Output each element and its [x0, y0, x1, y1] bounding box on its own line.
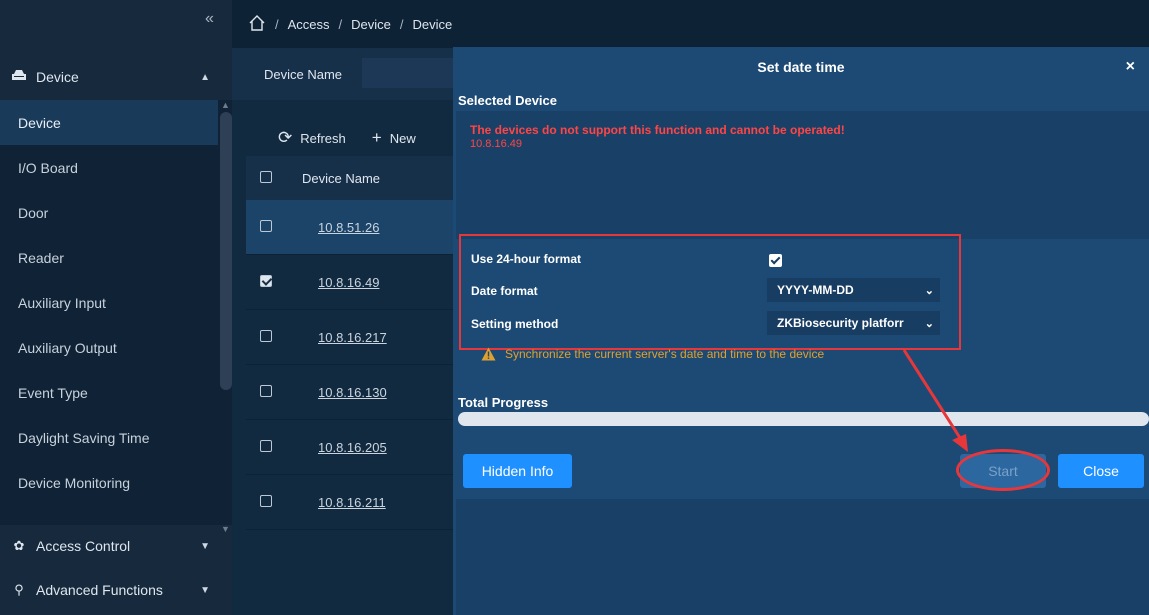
- sidebar-item-daylight-saving-time[interactable]: Daylight Saving Time: [0, 415, 232, 460]
- date-format-value: YYYY-MM-DD: [777, 283, 854, 297]
- device-link[interactable]: 10.8.51.26: [318, 220, 379, 235]
- sidebar-item-label: Reader: [18, 249, 64, 266]
- sidebar-item-label: Event Type: [18, 384, 88, 401]
- warning-icon: [481, 347, 496, 361]
- row-checkbox[interactable]: [260, 274, 272, 287]
- device-name-filter-label: Device Name: [264, 66, 343, 82]
- row-checkbox[interactable]: [260, 439, 272, 452]
- use-24h-label: Use 24-hour format: [471, 252, 582, 266]
- setting-method-label: Setting method: [471, 317, 559, 331]
- breadcrumb-separator: /: [275, 16, 279, 32]
- device-link[interactable]: 10.8.16.217: [318, 330, 387, 345]
- sidebar-item-event-type[interactable]: Event Type: [0, 370, 232, 415]
- start-highlight-ellipse: [956, 449, 1050, 491]
- refresh-label: Refresh: [300, 130, 346, 146]
- close-icon[interactable]: ×: [1126, 58, 1135, 76]
- sync-warning: Synchronize the current server's date an…: [481, 347, 824, 361]
- home-icon[interactable]: [248, 14, 266, 35]
- device-link[interactable]: 10.8.16.205: [318, 440, 387, 455]
- close-button[interactable]: Close: [1058, 454, 1144, 488]
- row-checkbox[interactable]: [260, 329, 272, 342]
- total-progress-label: Total Progress: [458, 395, 549, 410]
- sidebar-item-auxiliary-output[interactable]: Auxiliary Output: [0, 325, 232, 370]
- breadcrumb-separator: /: [399, 16, 404, 32]
- sidebar-item-label: Device Monitoring: [18, 474, 131, 491]
- sidebar: « Device ▲ Device I/O Board Door Reader …: [0, 0, 232, 615]
- sidebar-item-auxiliary-input[interactable]: Auxiliary Input: [0, 280, 232, 325]
- info-area: [456, 499, 1149, 615]
- setting-method-value: ZKBiosecurity platforr: [777, 316, 904, 330]
- device-link[interactable]: 10.8.16.49: [318, 275, 379, 290]
- sidebar-group-device[interactable]: Device ▲: [0, 55, 232, 99]
- date-format-label: Date format: [471, 284, 538, 298]
- scroll-up-icon[interactable]: ▲: [221, 100, 230, 110]
- sidebar-scrollbar[interactable]: ▲ ▼: [220, 100, 232, 534]
- sidebar-item-device-monitoring[interactable]: Device Monitoring: [0, 460, 232, 505]
- options-highlight-box: Use 24-hour format Date format YYYY-MM-D…: [459, 234, 961, 350]
- sidebar-device-list: Device I/O Board Door Reader Auxiliary I…: [0, 100, 232, 525]
- row-checkbox[interactable]: [260, 494, 272, 507]
- chevron-down-icon: ▼: [200, 584, 210, 596]
- sidebar-group-access-control[interactable]: ✿ Access Control ▼: [0, 524, 232, 568]
- chevron-down-icon: ⌄: [924, 284, 934, 297]
- breadcrumb-separator: /: [338, 16, 343, 32]
- breadcrumb-item-current: Device: [412, 16, 453, 32]
- sidebar-group-label: Device: [36, 69, 79, 85]
- hidden-info-button[interactable]: Hidden Info: [463, 454, 572, 488]
- device-link[interactable]: 10.8.16.211: [318, 495, 386, 510]
- sidebar-item-label: Door: [18, 204, 49, 221]
- total-progress-bar: [458, 412, 1149, 426]
- sidebar-item-device[interactable]: Device: [0, 100, 218, 145]
- gear-icon: ✿: [13, 538, 25, 553]
- collapse-sidebar-icon[interactable]: «: [205, 10, 214, 28]
- date-format-select[interactable]: YYYY-MM-DD ⌄: [767, 278, 940, 302]
- error-device: 10.8.16.49: [470, 138, 522, 150]
- advanced-functions-icon: ⚲: [14, 582, 24, 597]
- sidebar-group-label: Advanced Functions: [36, 582, 163, 598]
- sidebar-item-label: Daylight Saving Time: [18, 429, 150, 446]
- sidebar-item-label: Device: [18, 114, 61, 131]
- sidebar-item-io-board[interactable]: I/O Board: [0, 145, 232, 190]
- sidebar-group-advanced-functions[interactable]: ⚲ Advanced Functions ▼: [0, 568, 232, 612]
- row-checkbox[interactable]: [260, 219, 272, 232]
- dialog-title: Set date time: [757, 59, 845, 75]
- device-icon: [10, 69, 28, 86]
- new-label: New: [389, 130, 416, 146]
- refresh-button[interactable]: ⟳ Refresh: [278, 128, 346, 148]
- scrollbar-thumb[interactable]: [220, 112, 232, 390]
- row-checkbox[interactable]: [260, 384, 272, 397]
- plus-icon: +: [371, 128, 382, 147]
- set-date-time-dialog: Set date time × Selected Device The devi…: [453, 47, 1149, 615]
- select-all-checkbox[interactable]: [260, 170, 272, 183]
- toolbar: ⟳ Refresh + New: [232, 118, 442, 158]
- selected-device-box: The devices do not support this function…: [456, 111, 1149, 239]
- warning-text: Synchronize the current server's date an…: [505, 347, 825, 361]
- chevron-up-icon: ▲: [200, 71, 210, 83]
- column-header-device-name[interactable]: Device Name: [302, 171, 380, 186]
- device-link[interactable]: 10.8.16.130: [318, 385, 387, 400]
- refresh-icon: ⟳: [278, 128, 293, 147]
- breadcrumb-item-device[interactable]: Device: [351, 17, 391, 32]
- use-24h-checkbox[interactable]: [769, 254, 782, 267]
- error-message: The devices do not support this function…: [470, 123, 845, 137]
- chevron-down-icon: ▼: [200, 540, 210, 552]
- device-name-filter-input[interactable]: [362, 58, 462, 88]
- setting-method-select[interactable]: ZKBiosecurity platforr ⌄: [767, 311, 940, 335]
- sidebar-item-label: Auxiliary Output: [18, 339, 117, 356]
- selected-device-label: Selected Device: [458, 93, 558, 108]
- sidebar-item-label: Auxiliary Input: [18, 294, 106, 311]
- dialog-title-bar: Set date time ×: [453, 47, 1149, 87]
- chevron-down-icon: ⌄: [924, 317, 934, 330]
- sidebar-group-label: Access Control: [36, 538, 131, 554]
- sidebar-item-label: I/O Board: [18, 159, 78, 176]
- sidebar-item-door[interactable]: Door: [0, 190, 232, 235]
- new-button[interactable]: + New: [372, 128, 416, 148]
- sidebar-item-reader[interactable]: Reader: [0, 235, 232, 280]
- breadcrumb-item-access[interactable]: Access: [288, 17, 330, 32]
- breadcrumb: / Access / Device / Device: [232, 0, 1149, 48]
